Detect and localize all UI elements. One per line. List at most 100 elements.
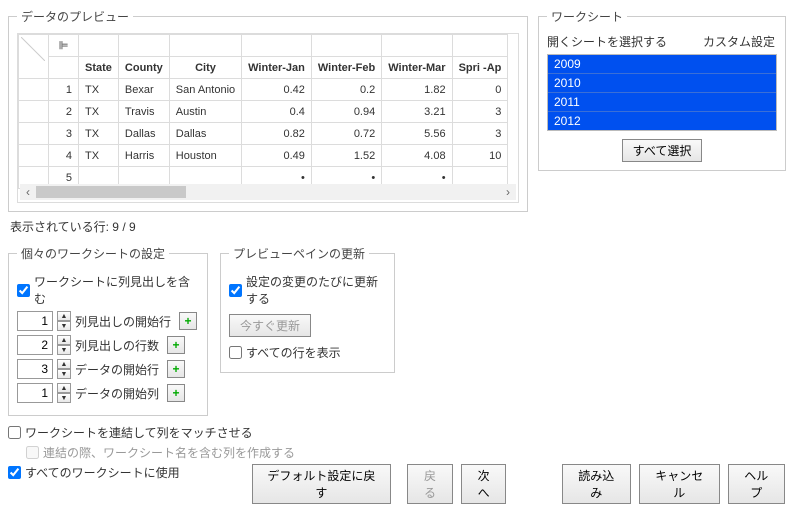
cancel-button[interactable]: キャンセル (639, 464, 720, 504)
spinner-label-1: 列見出しの行数 (75, 337, 159, 354)
col-mar[interactable]: Winter-Mar (382, 57, 452, 79)
scrollbar-thumb[interactable] (36, 186, 186, 198)
col-county[interactable]: County (118, 57, 169, 79)
cell-city: San Antonio (169, 79, 241, 101)
spinner-input-2[interactable] (17, 359, 53, 379)
cell-rownum: 2 (49, 101, 79, 123)
sort-icon[interactable]: ⊫ (49, 35, 79, 57)
worksheet-list[interactable]: 2009 2010 2011 2012 (547, 54, 777, 131)
cell-mar: 5.56 (382, 123, 452, 145)
spinner-label-3: データの開始列 (75, 385, 159, 402)
show-all-rows-checkbox[interactable]: すべての行を表示 (229, 344, 386, 361)
cell-mar: 1.82 (382, 79, 452, 101)
cell-jan: 0.42 (242, 79, 312, 101)
cell-mar: 3.21 (382, 101, 452, 123)
preview-refresh-fieldset: プレビューペインの更新 設定の変更のたびに更新する 今すぐ更新 すべての行を表示 (220, 245, 395, 373)
sort-state[interactable] (79, 35, 119, 57)
scroll-left-arrow[interactable]: ‹ (20, 184, 36, 200)
worksheet-select-label: 開くシートを選択する (547, 33, 667, 50)
spinner-input-0[interactable] (17, 311, 53, 331)
spinner-down-3[interactable]: ▼ (57, 393, 71, 403)
spinner-label-0: 列見出しの開始行 (75, 313, 171, 330)
cell-county: Harris (118, 145, 169, 167)
col-jan[interactable]: Winter-Jan (242, 57, 312, 79)
cell-county: Travis (118, 101, 169, 123)
table-row[interactable]: 1 TX Bexar San Antonio 0.42 0.2 1.82 0 (19, 79, 508, 101)
col-state[interactable]: State (79, 57, 119, 79)
preview-refresh-legend: プレビューペインの更新 (229, 245, 369, 262)
sort-county[interactable] (118, 35, 169, 57)
worksheet-fieldset: ワークシート 開くシートを選択する カスタム設定 2009 2010 2011 … (538, 8, 786, 171)
table-row[interactable]: 3 TX Dallas Dallas 0.82 0.72 5.56 3 (19, 123, 508, 145)
table-row[interactable]: 2 TX Travis Austin 0.4 0.94 3.21 3 (19, 101, 508, 123)
cell-city: Houston (169, 145, 241, 167)
include-headers-input[interactable] (17, 284, 30, 297)
spinner-input-1[interactable] (17, 335, 53, 355)
concat-name-col-checkbox: 連結の際、ワークシート名を含む列を作成する (26, 444, 785, 461)
cell-apr: 0 (452, 79, 508, 101)
cell-jan: 0.49 (242, 145, 312, 167)
cell-apr: 3 (452, 101, 508, 123)
cell-state: TX (79, 101, 119, 123)
horizontal-scrollbar[interactable]: ‹ › (20, 184, 516, 200)
help-button[interactable]: ヘルプ (728, 464, 785, 504)
worksheet-legend: ワークシート (547, 8, 627, 25)
reset-defaults-button[interactable]: デフォルト設定に戻す (252, 464, 392, 504)
back-button[interactable]: 戻る (407, 464, 453, 504)
spinner-up-2[interactable]: ▲ (57, 359, 71, 369)
col-city[interactable]: City (169, 57, 241, 79)
sort-apr[interactable] (452, 35, 508, 57)
spinner-plus-2[interactable]: + (167, 360, 185, 378)
col-feb[interactable]: Winter-Feb (311, 57, 381, 79)
spinner-plus-1[interactable]: + (167, 336, 185, 354)
cell-empty (19, 79, 49, 101)
cell-state: TX (79, 145, 119, 167)
preview-table-container[interactable]: ⊫ State County City Winter-Jan Winter-Fe… (17, 33, 519, 203)
cell-feb: 0.2 (311, 79, 381, 101)
scroll-right-arrow[interactable]: › (500, 184, 516, 200)
col-apr[interactable]: Spri -Ap (452, 57, 508, 79)
col-rownum[interactable] (49, 57, 79, 79)
spinner-label-2: データの開始行 (75, 361, 159, 378)
spinner-plus-0[interactable]: + (179, 312, 197, 330)
spinner-up-3[interactable]: ▲ (57, 383, 71, 393)
spinner-up-0[interactable]: ▲ (57, 311, 71, 321)
table-row[interactable]: 4 TX Harris Houston 0.49 1.52 4.08 10 (19, 145, 508, 167)
cell-county: Bexar (118, 79, 169, 101)
load-button[interactable]: 読み込み (562, 464, 631, 504)
refresh-on-change-checkbox[interactable]: 設定の変更のたびに更新する (229, 273, 386, 307)
cell-feb: 1.52 (311, 145, 381, 167)
select-all-button[interactable]: すべて選択 (622, 139, 703, 162)
sort-jan[interactable] (242, 35, 312, 57)
spinner-down-1[interactable]: ▼ (57, 345, 71, 355)
concat-worksheets-checkbox[interactable]: ワークシートを連結して列をマッチさせる (8, 424, 785, 441)
cell-county: Dallas (118, 123, 169, 145)
cell-rownum: 3 (49, 123, 79, 145)
spinner-input-3[interactable] (17, 383, 53, 403)
spinner-down-0[interactable]: ▼ (57, 321, 71, 331)
worksheet-item[interactable]: 2011 (548, 93, 776, 112)
refresh-now-button[interactable]: 今すぐ更新 (229, 314, 311, 337)
cell-rownum: 4 (49, 145, 79, 167)
sort-mar[interactable] (382, 35, 452, 57)
include-headers-checkbox[interactable]: ワークシートに列見出しを含む (17, 273, 199, 307)
worksheet-item[interactable]: 2010 (548, 74, 776, 93)
spinner-up-1[interactable]: ▲ (57, 335, 71, 345)
spinner-plus-3[interactable]: + (167, 384, 185, 402)
show-all-rows-input[interactable] (229, 346, 242, 359)
sort-city[interactable] (169, 35, 241, 57)
rows-shown-label: 表示されている行: 9 / 9 (10, 218, 785, 235)
sort-feb[interactable] (311, 35, 381, 57)
concat-worksheets-input[interactable] (8, 426, 21, 439)
data-preview-legend: データのプレビュー (17, 8, 133, 25)
refresh-on-change-input[interactable] (229, 284, 242, 297)
worksheet-item[interactable]: 2012 (548, 112, 776, 130)
next-button[interactable]: 次へ (461, 464, 507, 504)
worksheet-item[interactable]: 2009 (548, 55, 776, 74)
cell-city: Austin (169, 101, 241, 123)
concat-name-col-input (26, 446, 39, 459)
spinner-down-2[interactable]: ▼ (57, 369, 71, 379)
cell-feb: 0.72 (311, 123, 381, 145)
cell-rownum: 1 (49, 79, 79, 101)
cell-empty (19, 123, 49, 145)
